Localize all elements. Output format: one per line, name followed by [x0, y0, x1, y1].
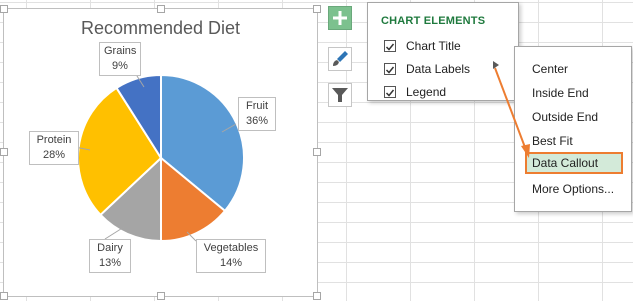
callout-name: Grains: [104, 45, 137, 57]
resize-handle[interactable]: [0, 292, 8, 300]
check-icon[interactable]: [384, 86, 396, 98]
resize-handle[interactable]: [313, 5, 321, 13]
filter-icon: [332, 88, 348, 102]
submenu-item-inside-end[interactable]: Inside End: [525, 82, 623, 104]
check-icon[interactable]: [384, 63, 396, 75]
plus-icon: [333, 11, 347, 25]
checkbox-label: Chart Title: [406, 39, 461, 53]
submenu-item-more-options[interactable]: More Options...: [525, 178, 623, 200]
resize-handle[interactable]: [313, 292, 321, 300]
chart-elements-button[interactable]: [328, 6, 352, 30]
callout-name: Protein: [36, 134, 72, 146]
resize-handle[interactable]: [0, 148, 8, 156]
flyout-title: CHART ELEMENTS: [381, 15, 486, 27]
submenu-item-best-fit[interactable]: Best Fit: [525, 130, 623, 152]
data-label-protein[interactable]: Protein 28%: [29, 131, 79, 165]
submenu-arrow-icon[interactable]: [492, 60, 500, 70]
submenu-item-center[interactable]: Center: [525, 58, 623, 80]
callout-name: Fruit: [246, 100, 268, 112]
data-label-fruit[interactable]: Fruit 36%: [238, 97, 276, 131]
chart-filters-button[interactable]: [328, 83, 352, 107]
resize-handle[interactable]: [313, 148, 321, 156]
resize-handle[interactable]: [0, 5, 8, 13]
submenu-item-outside-end[interactable]: Outside End: [525, 106, 623, 128]
callout-value: 13%: [98, 257, 122, 269]
callout-value: 14%: [219, 257, 243, 269]
checkbox-label: Data Labels: [406, 62, 471, 76]
checkbox-label: Legend: [406, 85, 447, 99]
data-label-grains[interactable]: Grains 9%: [99, 42, 141, 76]
submenu-item-data-callout[interactable]: Data Callout: [525, 152, 623, 174]
callout-name: Vegetables: [203, 242, 259, 254]
callout-value: 28%: [42, 149, 66, 161]
callout-value: 36%: [245, 115, 269, 127]
paintbrush-icon: [333, 51, 348, 66]
chart-elements-flyout: CHART ELEMENTS Chart Title Data Labels L…: [367, 2, 519, 101]
resize-handle[interactable]: [157, 292, 165, 300]
resize-handle[interactable]: [157, 5, 165, 13]
data-label-vegetables[interactable]: Vegetables 14%: [196, 239, 266, 273]
callout-name: Dairy: [97, 242, 123, 254]
data-labels-submenu: Center Inside End Outside End Best Fit D…: [514, 46, 632, 212]
chart-area[interactable]: Recommended Diet Grains 9% Fruit 36% Pro…: [0, 5, 321, 300]
data-label-dairy[interactable]: Dairy 13%: [89, 239, 131, 273]
check-icon[interactable]: [384, 40, 396, 52]
chart-styles-button[interactable]: [328, 47, 352, 71]
leader-line: [104, 226, 125, 240]
callout-value: 9%: [112, 60, 128, 72]
